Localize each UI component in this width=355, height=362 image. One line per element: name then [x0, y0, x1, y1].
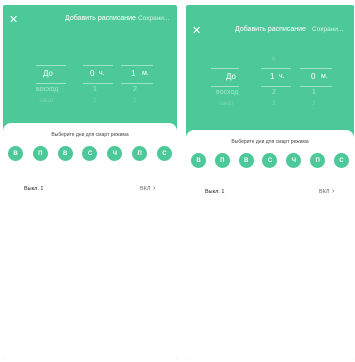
- save-button[interactable]: Сохрани...: [138, 15, 169, 22]
- day-button[interactable]: В: [238, 153, 254, 168]
- mode-option: восход: [36, 86, 59, 93]
- mode-option: закат: [39, 98, 54, 104]
- hours-option: 2: [93, 98, 97, 104]
- mode-option: закат: [219, 101, 234, 107]
- minutes-value: 0: [311, 72, 316, 81]
- picker-row-selected[interactable]: До 0 ч. 1 м.: [3, 69, 177, 81]
- chevron-right-icon: ›: [332, 188, 335, 195]
- option-value: ВКЛ: [140, 186, 151, 192]
- minutes-option: 2: [133, 86, 137, 93]
- minutes-option: 2: [312, 101, 316, 107]
- picker-row-faded[interactable]: закат 3 2: [186, 101, 354, 113]
- mode-value: До: [226, 72, 236, 81]
- minutes-option: 3: [133, 98, 137, 104]
- days-prompt: Выберите дни для смарт режима: [51, 132, 129, 138]
- option-value: ВКЛ: [319, 189, 330, 195]
- phone-screen-2: ✕ Добавить расписание Сохрани... 0 До 1 …: [186, 5, 354, 360]
- picker-row-faded[interactable]: закат 2 3: [3, 98, 177, 110]
- header: ✕ Добавить расписание Сохрани...: [186, 25, 354, 39]
- hours-unit: ч.: [99, 70, 105, 77]
- picker-divider: [261, 86, 291, 87]
- hours-option: 1: [93, 86, 97, 93]
- picker-row-next[interactable]: восход 1 2: [3, 86, 177, 98]
- day-button[interactable]: П: [214, 153, 230, 168]
- hours-unit: ч.: [279, 73, 285, 80]
- day-button[interactable]: С: [262, 153, 278, 168]
- day-button[interactable]: Ч: [286, 153, 302, 168]
- minutes-value: 1: [131, 69, 136, 78]
- header-title: Добавить расписание: [65, 15, 136, 22]
- option-label: Выкл. 1: [24, 186, 44, 192]
- picker-divider: [261, 68, 291, 69]
- picker-divider: [121, 65, 153, 66]
- minutes-unit: м.: [142, 70, 149, 77]
- day-button[interactable]: В: [57, 146, 73, 161]
- phone-screen-1: ✕ Добавить расписание Сохрани... До 0 ч.…: [3, 5, 177, 360]
- days-prompt: Выберите дни для смарт режима: [231, 139, 309, 145]
- header: ✕ Добавить расписание Сохрани...: [3, 14, 177, 28]
- picker-divider: [121, 83, 153, 84]
- picker-divider: [83, 83, 113, 84]
- picker-divider: [211, 86, 239, 87]
- day-button[interactable]: П: [132, 146, 148, 161]
- option-label: Выкл. 1: [205, 189, 225, 195]
- picker-divider: [36, 83, 66, 84]
- day-selector: В П В С Ч П С: [191, 153, 349, 168]
- close-icon[interactable]: ✕: [192, 25, 201, 37]
- minutes-option: 1: [312, 89, 316, 96]
- day-button[interactable]: В: [8, 146, 23, 161]
- day-button[interactable]: С: [82, 146, 98, 161]
- mode-value: До: [43, 69, 53, 78]
- hours-option: 2: [272, 89, 276, 96]
- hours-value: 0: [90, 69, 95, 78]
- bottom-sheet: Выберите дни для смарт режима В П В С Ч …: [186, 130, 354, 360]
- picker-row-selected[interactable]: До 1 ч. 0 м.: [186, 72, 354, 84]
- picker-divider: [300, 86, 332, 87]
- close-icon[interactable]: ✕: [9, 14, 18, 26]
- picker-row-next[interactable]: восход 2 1: [186, 89, 354, 101]
- header-title: Добавить расписание: [235, 26, 306, 33]
- day-selector: В П В С Ч П С: [8, 146, 172, 161]
- day-button[interactable]: П: [310, 153, 326, 168]
- picker-divider: [211, 68, 239, 69]
- picker-divider: [36, 65, 66, 66]
- day-button[interactable]: В: [191, 153, 206, 168]
- bottom-sheet: Выберите дни для смарт режима В П В С Ч …: [3, 123, 177, 360]
- day-button[interactable]: П: [32, 146, 48, 161]
- minutes-unit: м.: [321, 73, 328, 80]
- picker-divider: [83, 65, 113, 66]
- picker-divider: [300, 68, 332, 69]
- mode-option: восход: [216, 89, 239, 96]
- hours-value: 1: [270, 72, 275, 81]
- save-button[interactable]: Сохрани...: [312, 26, 343, 33]
- day-button[interactable]: С: [156, 146, 172, 161]
- day-button[interactable]: Ч: [107, 146, 123, 161]
- day-button[interactable]: С: [333, 153, 349, 168]
- hours-option: 3: [272, 101, 276, 107]
- chevron-right-icon: ›: [153, 185, 156, 192]
- minutes-option: 0: [272, 57, 276, 63]
